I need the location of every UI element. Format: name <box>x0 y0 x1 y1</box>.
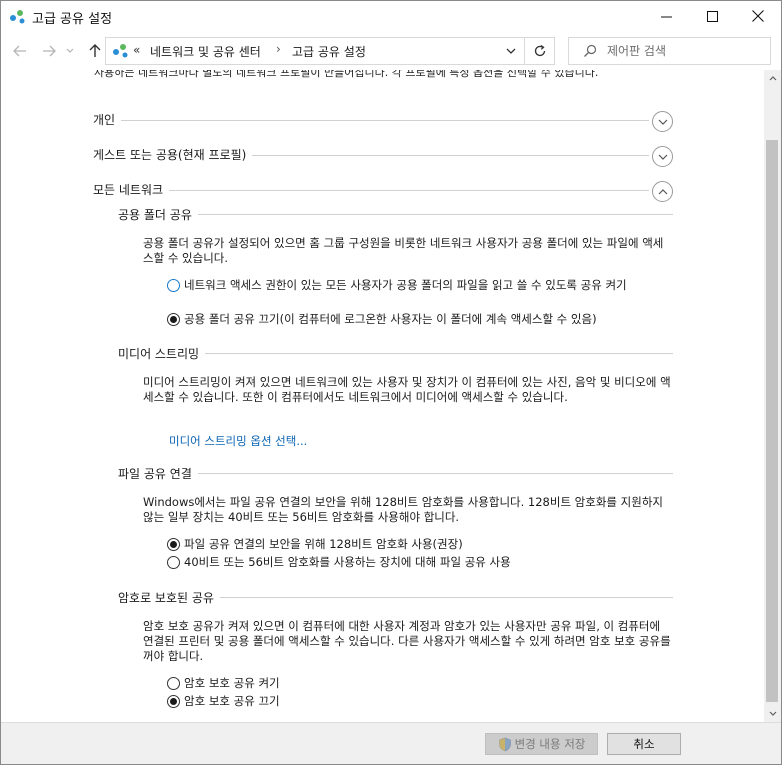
maximize-button[interactable] <box>689 1 735 31</box>
network-center-icon <box>10 10 25 24</box>
maximize-icon <box>706 10 718 22</box>
network-center-icon <box>113 44 128 58</box>
password-off-option[interactable]: 암호 보호 공유 끄기 <box>167 694 280 709</box>
save-changes-button[interactable]: 변경 내용 저장 <box>485 733 598 755</box>
save-label: 변경 내용 저장 <box>514 737 586 751</box>
radio-label: 네트워크 액세스 권한이 있는 모든 사용자가 공용 폴더의 파일을 읽고 쓸 … <box>184 278 627 292</box>
media-description: 미디어 스트리밍이 켜져 있으면 네트워크에 있는 사용자 및 장치가 이 컴퓨… <box>143 375 671 404</box>
arrow-up-icon <box>89 44 101 57</box>
forward-button[interactable] <box>39 41 59 61</box>
password-title: 암호로 보호된 공유 <box>118 589 220 606</box>
arrow-left-icon <box>13 45 26 57</box>
section-divider <box>93 190 649 191</box>
address-bar[interactable]: « 네트워크 및 공유 센터 › 고급 공유 설정 <box>105 37 525 65</box>
scroll-up-button[interactable] <box>764 70 781 87</box>
minimize-button[interactable] <box>643 1 689 31</box>
radio-label: 암호 보호 공유 켜기 <box>184 676 280 690</box>
search-input[interactable] <box>607 41 757 61</box>
radio-label: 암호 보호 공유 끄기 <box>184 694 280 708</box>
radio-button[interactable] <box>167 313 180 326</box>
section-all-title[interactable]: 모든 네트워크 <box>93 181 170 198</box>
close-button[interactable] <box>735 1 781 31</box>
scroll-thumb[interactable] <box>766 140 778 702</box>
collapse-all-button[interactable] <box>652 181 673 202</box>
refresh-button[interactable] <box>525 37 555 65</box>
back-button[interactable] <box>10 41 30 61</box>
media-title: 미디어 스트리밍 <box>118 345 206 362</box>
encryption-40-56-option[interactable]: 40비트 또는 56비트 암호화를 사용하는 장치에 대해 파일 공유 사용 <box>167 555 511 570</box>
breadcrumb-network-center[interactable]: 네트워크 및 공유 센터 <box>150 43 261 60</box>
chevron-down-icon <box>66 48 74 53</box>
password-on-option[interactable]: 암호 보호 공유 켜기 <box>167 676 280 691</box>
chevron-up-icon <box>658 188 667 194</box>
radio-button[interactable] <box>167 556 180 569</box>
radio-button[interactable] <box>167 279 180 292</box>
breadcrumb-advanced-sharing[interactable]: 고급 공유 설정 <box>292 43 366 60</box>
title-bar: 고급 공유 설정 <box>1 1 781 32</box>
radio-button[interactable] <box>167 538 180 551</box>
section-private-title[interactable]: 개인 <box>93 111 122 128</box>
encryption-128-option[interactable]: 파일 공유 연결의 보안을 위해 128비트 암호화 사용(권장) <box>167 537 463 552</box>
public-folder-on-option[interactable]: 네트워크 액세스 권한이 있는 모든 사용자가 공용 폴더의 파일을 읽고 쓸 … <box>167 278 677 293</box>
subsection-divider <box>118 214 673 215</box>
search-box[interactable] <box>568 37 771 65</box>
radio-label: 공용 폴더 공유 끄기(이 컴퓨터에 로그온한 사용자는 이 폴더에 계속 액세… <box>184 312 597 326</box>
public-folder-off-option[interactable]: 공용 폴더 공유 끄기(이 컴퓨터에 로그온한 사용자는 이 폴더에 계속 액세… <box>167 312 677 327</box>
expand-guest-button[interactable] <box>652 146 673 167</box>
intro-text: 사용하는 네트워크마다 별도의 네트워크 프로필이 만들어집니다. 각 프로필에… <box>94 70 599 79</box>
expand-private-button[interactable] <box>652 111 673 132</box>
address-dropdown-icon[interactable] <box>504 44 518 58</box>
radio-label: 40비트 또는 56비트 암호화를 사용하는 장치에 대해 파일 공유 사용 <box>184 555 511 569</box>
radio-button[interactable] <box>167 695 180 708</box>
navigation-bar: « 네트워크 및 공유 센터 › 고급 공유 설정 <box>1 32 781 70</box>
refresh-icon <box>534 44 545 57</box>
cancel-button[interactable]: 취소 <box>607 733 681 755</box>
radio-label: 파일 공유 연결의 보안을 위해 128비트 암호화 사용(권장) <box>184 537 463 551</box>
chevron-up-icon <box>769 76 776 81</box>
chevron-down-icon <box>658 119 667 125</box>
search-icon <box>584 44 597 57</box>
minimize-icon <box>660 16 672 17</box>
file-sharing-title: 파일 공유 연결 <box>118 465 198 482</box>
up-button[interactable] <box>85 41 105 61</box>
section-guest-title[interactable]: 게스트 또는 공용(현재 프로필) <box>93 146 253 163</box>
window-title: 고급 공유 설정 <box>32 12 113 27</box>
media-options-link[interactable]: 미디어 스트리밍 옵션 선택... <box>169 433 307 449</box>
footer-bar: 변경 내용 저장 취소 <box>1 722 781 764</box>
radio-button[interactable] <box>167 677 180 690</box>
file-sharing-description: Windows에서는 파일 공유 연결의 보안을 위해 128비트 암호화를 사… <box>143 495 663 524</box>
shield-icon <box>498 737 511 751</box>
recent-locations-button[interactable] <box>63 41 77 61</box>
close-icon <box>752 10 764 22</box>
chevron-down-icon <box>658 154 667 160</box>
public-folder-title: 공용 폴더 공유 <box>118 206 198 223</box>
chevron-down-icon <box>769 711 776 716</box>
section-divider <box>93 120 649 121</box>
advanced-sharing-window: 고급 공유 설정 « 네트워크 및 공유 센터 › 고급 공유 설정 제어판 검… <box>0 0 782 765</box>
vertical-scrollbar[interactable] <box>764 70 781 722</box>
subsection-divider <box>118 473 673 474</box>
breadcrumb-separator[interactable]: › <box>276 42 281 56</box>
settings-content: 사용하는 네트워크마다 별도의 네트워크 프로필이 만들어집니다. 각 프로필에… <box>1 70 764 722</box>
breadcrumb-overflow[interactable]: « <box>133 43 140 57</box>
arrow-right-icon <box>43 45 56 57</box>
scroll-down-button[interactable] <box>764 705 781 722</box>
public-folder-description: 공용 폴더 공유가 설정되어 있으면 홈 그룹 구성원을 비롯한 네트워크 사용… <box>143 236 664 265</box>
password-description: 암호 보호 공유가 켜져 있으면 이 컴퓨터에 대한 사용자 계정과 암호가 있… <box>143 619 671 663</box>
